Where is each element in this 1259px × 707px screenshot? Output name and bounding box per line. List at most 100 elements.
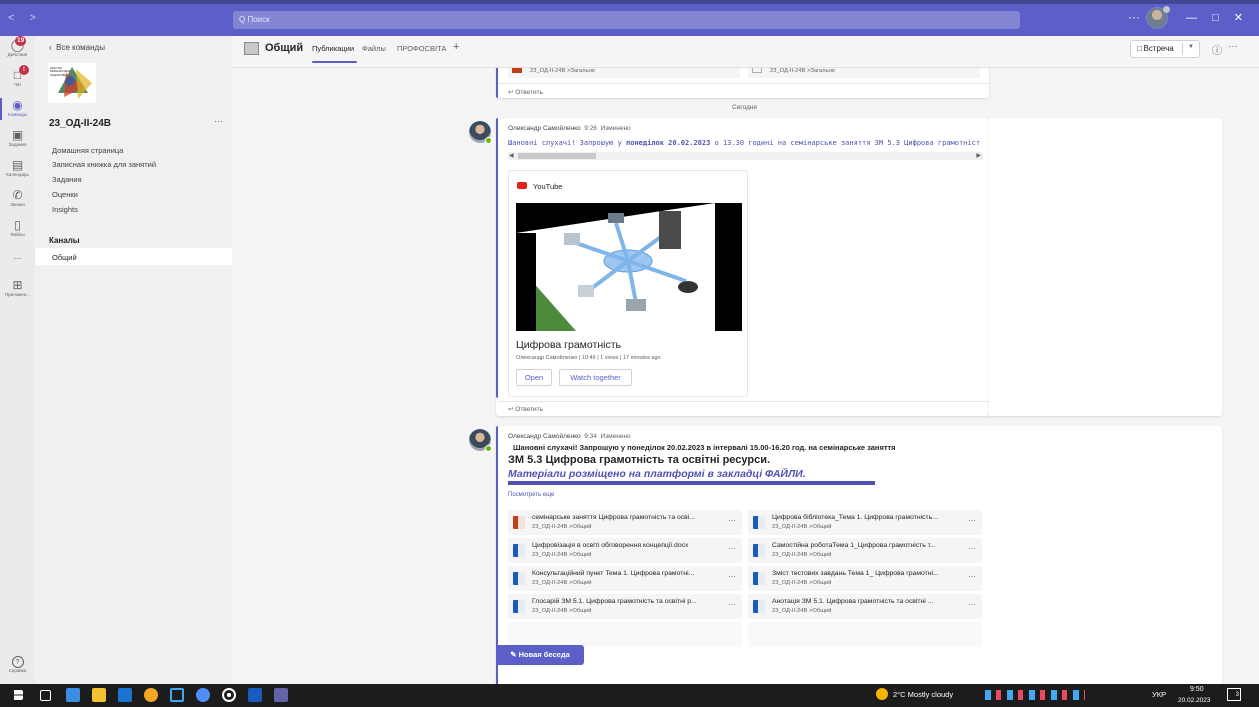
widgets-icon[interactable]: [66, 688, 80, 702]
file-more-button[interactable]: ···: [968, 544, 976, 553]
open-button[interactable]: Open: [516, 369, 552, 386]
author-name[interactable]: Олександр Самойленко: [508, 125, 581, 132]
tab-files[interactable]: Файлы: [362, 44, 386, 53]
word-icon[interactable]: [248, 688, 262, 702]
rail-label: Команды: [7, 112, 28, 117]
file-attachment[interactable]: Цифровізація в освіті обговорення концеп…: [508, 538, 742, 563]
see-more-link[interactable]: Посмотреть еще: [508, 492, 554, 498]
team-more-button[interactable]: ···: [214, 116, 223, 126]
reply-label: Ответить: [515, 89, 544, 96]
snipping-icon[interactable]: [170, 688, 184, 702]
add-tab-button[interactable]: +: [453, 41, 459, 53]
rail-item-assignments[interactable]: ▣ Задания: [0, 128, 35, 148]
window-controls[interactable]: — □ ✕: [1186, 11, 1243, 24]
file-attachment[interactable]: Глосарій ЗМ 5.1. Цифрова грамотність та …: [508, 594, 742, 619]
file-more-button[interactable]: ···: [728, 544, 736, 553]
reply-button[interactable]: ↩ Ответить: [508, 405, 543, 413]
file-name: Самостійна роботаТема 1_Цифрова грамотні…: [772, 542, 936, 549]
horizontal-scrollbar[interactable]: ◀ ▶: [508, 152, 983, 160]
meet-button[interactable]: □ Встреча ▼: [1130, 40, 1200, 58]
file-attachment[interactable]: Зміст тестових завдань Тема 1_ Цифрова г…: [748, 566, 982, 591]
scroll-right-icon[interactable]: ▶: [976, 152, 981, 159]
nav-class-notebook[interactable]: Записная книжка для занятий: [52, 160, 156, 169]
browser-icon[interactable]: [196, 688, 210, 702]
rail-item-more[interactable]: ...: [0, 252, 35, 261]
notification-center-icon[interactable]: 3: [1227, 688, 1241, 701]
file-more-button[interactable]: ···: [968, 572, 976, 581]
file-more-button[interactable]: ···: [968, 516, 976, 525]
rail-item-calls[interactable]: ✆ Звонки: [0, 188, 35, 208]
post-accent: [496, 118, 498, 398]
teams-taskbar-icon[interactable]: [274, 688, 288, 702]
rail-item-apps[interactable]: ⊞ Приложен...: [0, 278, 35, 298]
language-indicator[interactable]: УКР: [1152, 690, 1166, 699]
rail-item-teams[interactable]: ◉ Команды: [0, 98, 35, 120]
all-teams-back-link[interactable]: ‹ Все команды: [49, 43, 105, 52]
author-avatar[interactable]: [469, 121, 492, 144]
task-view-icon[interactable]: [40, 690, 51, 701]
tab-profosvita[interactable]: ПРОФОСВІТА: [397, 44, 446, 53]
new-conversation-label: Новая беседа: [518, 650, 570, 659]
rail-item-help[interactable]: ? Справка: [0, 656, 35, 673]
apps-icon: ⊞: [12, 278, 23, 292]
file-attachment[interactable]: Консультаційний пункт Тема 1. Цифрова гр…: [508, 566, 742, 591]
nav-insights[interactable]: Insights: [52, 205, 78, 214]
file-attachment[interactable]: 23_ОД-ІІ-24В >Загальне: [748, 68, 980, 78]
nav-assignments[interactable]: Задания: [52, 175, 82, 184]
scroll-left-icon[interactable]: ◀: [509, 152, 514, 159]
word-file-icon: [513, 544, 525, 557]
divider: [498, 83, 989, 84]
new-conversation-button[interactable]: ✎ Новая беседа: [496, 645, 584, 665]
file-attachment[interactable]: 23_ОД-ІІ-24В >Загальне: [508, 68, 740, 78]
word-file-icon: [753, 572, 765, 585]
file-attachment-partial[interactable]: [508, 622, 742, 647]
author-avatar[interactable]: [469, 429, 492, 452]
file-attachment-partial[interactable]: [748, 622, 982, 647]
system-tray-icons[interactable]: [985, 690, 1085, 700]
rail-item-activity[interactable]: ◯ Действия 19: [0, 36, 35, 58]
file-attachment[interactable]: семінарське заняття Цифрова грамотність …: [508, 510, 742, 535]
nav-home-page[interactable]: Домашняя страница: [52, 146, 123, 155]
search-input[interactable]: Q Поиск: [233, 11, 1020, 29]
video-title[interactable]: Цифрова грамотність: [516, 339, 621, 351]
weather-icon[interactable]: [876, 688, 888, 700]
clock-date[interactable]: 20.02.2023: [1178, 697, 1211, 704]
history-nav-buttons[interactable]: < >: [8, 12, 42, 24]
file-attachment[interactable]: Анотація ЗМ 5.1. Цифрова грамотність та …: [748, 594, 982, 619]
mail-icon[interactable]: [118, 688, 132, 702]
watch-together-button[interactable]: Watch together: [559, 369, 632, 386]
file-more-button[interactable]: ···: [728, 572, 736, 581]
start-icon[interactable]: [13, 690, 23, 700]
post-text: Шановні слухачі! Запрошую у понеділок 20…: [508, 139, 992, 147]
file-attachment[interactable]: Цифрова бібліотека_Тема 1. Цифрова грамо…: [748, 510, 982, 535]
weather-text[interactable]: 2°C Mostly cloudy: [893, 690, 953, 699]
record-icon[interactable]: [222, 688, 236, 702]
rail-item-calendar[interactable]: ▤ Календарь: [0, 158, 35, 178]
file-more-button[interactable]: ···: [728, 516, 736, 525]
file-explorer-icon[interactable]: [92, 688, 106, 702]
tab-posts[interactable]: Публикации: [312, 44, 354, 53]
post-text-bold: понеділок 20.02.2023: [626, 139, 711, 147]
info-icon[interactable]: ⓘ: [1212, 42, 1222, 57]
author-name[interactable]: Олександр Самойленко: [508, 433, 581, 440]
rail-item-chat[interactable]: □ Чат !: [0, 65, 35, 88]
video-thumbnail[interactable]: [516, 203, 742, 331]
channel-label: Общий: [52, 253, 77, 262]
clock-time[interactable]: 9:50: [1190, 686, 1204, 693]
file-more-button[interactable]: ···: [968, 600, 976, 609]
header-more-button[interactable]: ···: [1228, 41, 1238, 52]
post-text-part: о 13.30 годині на семінарське заняття ЗМ…: [710, 139, 981, 147]
team-logo-text: 2023 XIII МІЖНАРОДНА ІНІЦІАТИВА: [50, 66, 71, 77]
file-attachment[interactable]: Самостійна роботаТема 1_Цифрова грамотні…: [748, 538, 982, 563]
rail-item-files[interactable]: ▯ Файлы: [0, 218, 35, 238]
file-path: 23_ОД-ІІ-24В >Общий: [772, 524, 832, 530]
chrome-icon[interactable]: [144, 688, 158, 702]
scrollbar-thumb[interactable]: [518, 153, 596, 159]
nav-grades[interactable]: Оценки: [52, 190, 78, 199]
reply-button[interactable]: ↩ Ответить: [508, 88, 543, 96]
settings-more-button[interactable]: ···: [1128, 10, 1140, 24]
chevron-down-icon[interactable]: ▼: [1188, 44, 1194, 50]
file-icon: [752, 68, 762, 73]
file-more-button[interactable]: ···: [728, 600, 736, 609]
youtube-card[interactable]: YouTube Цифрова грамотність Олександр Са…: [508, 170, 748, 397]
